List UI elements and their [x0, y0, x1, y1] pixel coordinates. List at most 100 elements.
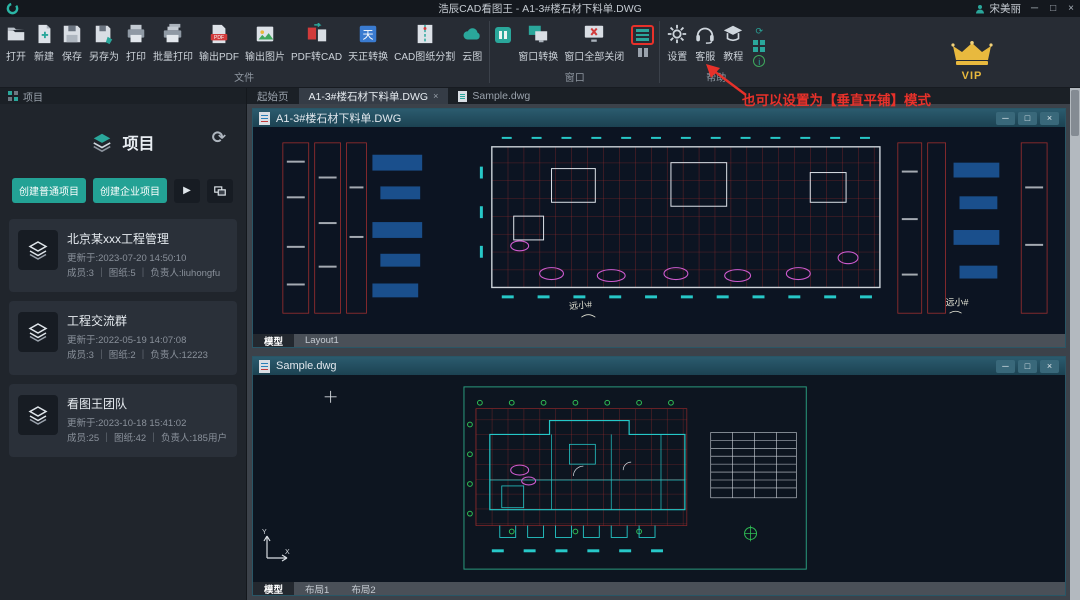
export-pdf-icon: PDF: [208, 23, 230, 45]
vertical-tile-button[interactable]: [638, 48, 648, 57]
create-enterprise-project-button[interactable]: 创建企业项目: [93, 178, 167, 203]
vip-badge[interactable]: VIP: [948, 41, 996, 82]
window-minimize-button[interactable]: ─: [996, 360, 1015, 373]
maximize-button[interactable]: □: [1050, 3, 1056, 14]
projects-stack-icon: [91, 131, 113, 153]
batch-print-button[interactable]: 批量打印: [150, 19, 196, 63]
sidebar-title: 项目 ⟳: [0, 130, 246, 154]
model-tab[interactable]: 模型: [253, 334, 294, 347]
sidebar-panel-tab[interactable]: 项目: [0, 88, 246, 104]
tab-active-document[interactable]: A1-3#楼石材下料单.DWG ×: [299, 88, 449, 104]
window-close-button[interactable]: ×: [1040, 360, 1059, 373]
title-bar: 浩辰CAD看图王 - A1-3#楼石材下料单.DWG 宋美丽 ─ □ ×: [0, 0, 1080, 17]
info-icon[interactable]: i: [753, 55, 765, 67]
window-group-label: 窗口: [493, 72, 656, 87]
save-icon: [61, 23, 83, 45]
file-group-label: 文件: [2, 72, 486, 87]
vip-label: VIP: [948, 70, 996, 82]
customer-service-button[interactable]: 客服: [691, 19, 719, 63]
cloud-icon: [461, 23, 483, 45]
tangent-convert-icon: 天: [357, 23, 379, 45]
headset-icon: [694, 23, 716, 45]
close-all-windows-button[interactable]: 窗口全部关闭: [561, 19, 627, 63]
project-card[interactable]: 北京某xxx工程管理 更新于:2023-07-20 14:50:10 成员:3 …: [9, 219, 237, 292]
layers-forward-icon: [213, 184, 227, 198]
window-title: 浩辰CAD看图王 - A1-3#楼石材下料单.DWG: [0, 1, 1080, 16]
user-icon: [974, 3, 986, 15]
drawing-window-2[interactable]: Sample.dwg ─ □ ×: [252, 356, 1066, 596]
play-button[interactable]: ▶: [174, 179, 200, 203]
doc-icon: [458, 91, 467, 102]
app-logo-icon: [6, 2, 19, 15]
drawing-split-button[interactable]: CAD图纸分割: [391, 19, 458, 63]
batch-print-icon: [162, 23, 184, 45]
window-restore-button[interactable]: □: [1018, 112, 1037, 125]
layout1-tab[interactable]: 布局1: [294, 582, 340, 595]
new-doc-icon: [33, 23, 55, 45]
window-2-titlebar[interactable]: Sample.dwg ─ □ ×: [253, 357, 1065, 375]
drawing-window-1[interactable]: A1-3#楼石材下料单.DWG ─ □ ×: [252, 108, 1066, 348]
mdi-area: A1-3#楼石材下料单.DWG ─ □ ×: [247, 104, 1070, 600]
handwriting-mark: 远小#: [569, 299, 593, 311]
tab-start-page[interactable]: 起始页: [247, 88, 299, 104]
project-icon: [18, 312, 58, 352]
model-tab[interactable]: 模型: [253, 582, 294, 595]
refresh-button[interactable]: ⟳: [212, 128, 226, 148]
create-normal-project-button[interactable]: 创建普通项目: [12, 178, 86, 203]
cad-canvas-1[interactable]: 远小# 远小#: [253, 127, 1065, 334]
settings-button[interactable]: 设置: [663, 19, 691, 63]
ucs-axis-icon: Y X: [261, 528, 291, 562]
print-button[interactable]: 打印: [122, 19, 150, 63]
window-1-titlebar[interactable]: A1-3#楼石材下料单.DWG ─ □ ×: [253, 109, 1065, 127]
vertical-scrollbar[interactable]: [1070, 88, 1080, 600]
annotation-arrow-icon: [696, 60, 752, 98]
panel-grid-icon: [8, 91, 18, 101]
project-card[interactable]: 工程交流群 更新于:2022-05-19 14:07:08 成员:3 ｜ 图纸:…: [9, 301, 237, 374]
window-switch-button[interactable]: 窗口转换: [515, 19, 561, 63]
tangent-convert-button[interactable]: 天 天正转换: [345, 19, 391, 63]
window-1-title: A1-3#楼石材下料单.DWG: [276, 110, 401, 126]
save-as-icon: [93, 23, 115, 45]
save-as-button[interactable]: 另存为: [86, 19, 122, 63]
scrollbar-thumb[interactable]: [1071, 90, 1079, 136]
ribbon-divider: [659, 21, 660, 83]
export-image-icon: [254, 23, 276, 45]
project-name: 工程交流群: [67, 312, 208, 329]
tab-sample-document[interactable]: Sample.dwg: [448, 88, 540, 104]
window-minimize-button[interactable]: ─: [996, 112, 1015, 125]
layout1-tab[interactable]: Layout1: [294, 334, 350, 347]
cloud-drawing-button[interactable]: 云图: [458, 19, 486, 63]
tutorial-button[interactable]: 教程: [719, 19, 747, 63]
window-restore-button[interactable]: □: [1018, 360, 1037, 373]
project-sync-button[interactable]: [207, 179, 233, 203]
tile-windows-icon[interactable]: [495, 27, 511, 43]
project-card[interactable]: 看图王团队 更新于:2023-10-18 15:41:02 成员:25 ｜ 图纸…: [9, 384, 237, 457]
new-button[interactable]: 新建: [30, 19, 58, 63]
close-button[interactable]: ×: [1068, 3, 1074, 14]
open-folder-icon: [5, 23, 27, 45]
pdf-to-cad-button[interactable]: PDF转CAD: [288, 19, 345, 63]
gear-icon: [666, 23, 688, 45]
project-name: 北京某xxx工程管理: [67, 230, 220, 247]
user-account[interactable]: 宋美丽: [974, 1, 1022, 16]
project-icon: [18, 230, 58, 270]
export-pdf-button[interactable]: PDF 输出PDF: [196, 19, 242, 63]
horizontal-tile-button[interactable]: [631, 25, 654, 45]
crown-icon: [950, 41, 994, 67]
cad-canvas-2[interactable]: Y X: [253, 375, 1065, 582]
export-image-button[interactable]: 输出图片: [242, 19, 288, 63]
dwg-file-icon: [259, 112, 270, 125]
window-close-button[interactable]: ×: [1040, 112, 1059, 125]
pdf-to-cad-icon: [306, 23, 328, 45]
tutorial-icon: [722, 23, 744, 45]
project-stats: 成员:3 ｜ 图纸:5 ｜ 负责人:liuhongfu: [67, 267, 220, 282]
save-button[interactable]: 保存: [58, 19, 86, 63]
layout2-tab[interactable]: 布局2: [340, 582, 386, 595]
minimize-button[interactable]: ─: [1031, 3, 1038, 14]
window-2-layout-tabs: 模型 布局1 布局2: [253, 582, 1065, 595]
project-stats: 成员:25 ｜ 图纸:42 ｜ 负责人:185用户: [67, 432, 227, 447]
apps-grid-icon[interactable]: [753, 40, 765, 52]
open-button[interactable]: 打开: [2, 19, 30, 63]
tab-close-icon[interactable]: ×: [433, 91, 438, 101]
sync-icon[interactable]: ⟳: [753, 25, 765, 37]
